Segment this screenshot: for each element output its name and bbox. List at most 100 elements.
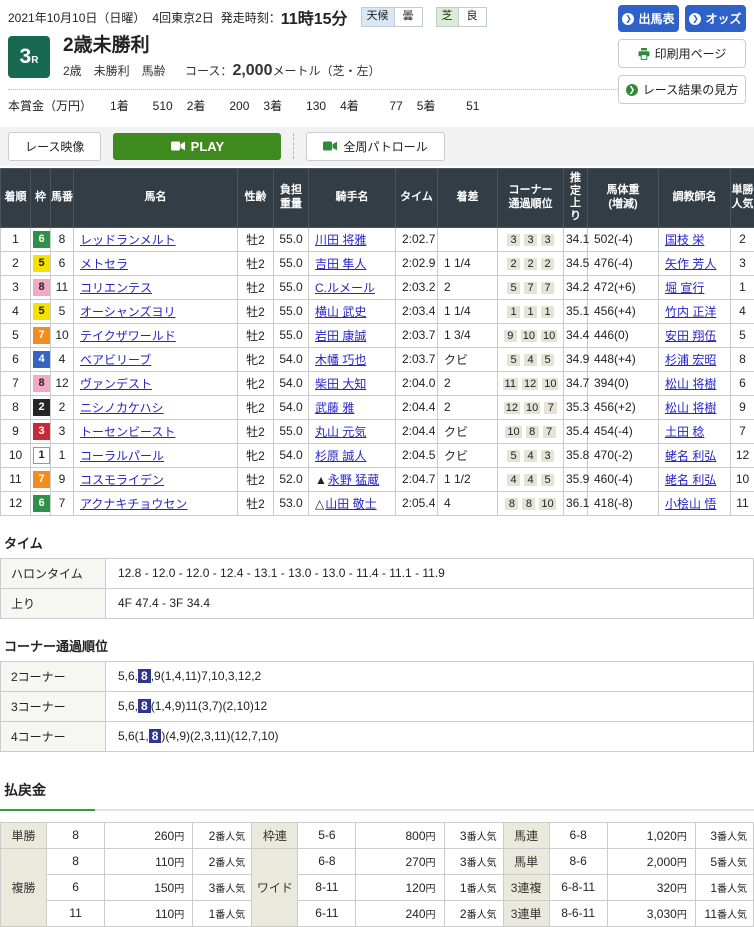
win-popularity: 1 <box>731 275 754 299</box>
play-button-label: PLAY <box>191 139 224 154</box>
entries-button[interactable]: ❯ 出馬表 <box>618 5 679 32</box>
time-row: 上り4F 47.4 - 3F 34.4 <box>1 588 754 618</box>
odds-button[interactable]: ❯ オッズ <box>685 5 746 32</box>
finish-position: 3 <box>1 275 31 299</box>
jockey-name-link[interactable]: 吉田 隼人 <box>315 257 366 271</box>
results-header-row: 着順 枠 馬番 馬名 性齢 負担 重量 騎手名 タイム 着差 コーナー 通過順位… <box>1 168 754 227</box>
guide-button[interactable]: ❯ レース結果の見方 <box>618 75 746 104</box>
margin: クビ <box>438 443 498 467</box>
prize-amount: 200 <box>205 99 249 113</box>
trainer-name-link[interactable]: 国枝 栄 <box>665 233 704 247</box>
corner-row: 2コーナー5,6,8,9(1,4,11)7,10,3,12,2 <box>1 661 754 691</box>
start-time: 11時15分 <box>281 5 348 29</box>
race-video-button[interactable]: レース映像 <box>8 132 101 161</box>
prize-amount: 130 <box>282 99 326 113</box>
trainer-name-link[interactable]: 松山 将樹 <box>665 401 716 415</box>
horse-number: 7 <box>51 491 74 515</box>
payout-amount: 2,000円 <box>607 848 695 874</box>
payout-amount-value: 120 <box>405 881 425 895</box>
trainer-cell: 堀 宣行 <box>659 275 731 299</box>
payout-combination: 11 <box>47 900 105 926</box>
jockey-name-link[interactable]: 岩田 康誠 <box>315 329 366 343</box>
jockey-name-link[interactable]: 永野 猛蔵 <box>328 473 379 487</box>
jockey-name-link[interactable]: 武藤 雅 <box>315 401 354 415</box>
trainer-name-link[interactable]: 小桧山 悟 <box>665 497 716 511</box>
win-popularity: 8 <box>731 347 754 371</box>
horse-name-link[interactable]: オーシャンズヨリ <box>80 305 176 319</box>
margin: 1 1/4 <box>438 299 498 323</box>
odds-button-label: オッズ <box>705 10 741 27</box>
last-3f: 34.9 <box>564 347 588 371</box>
jockey-name-link[interactable]: 柴田 大知 <box>315 377 366 391</box>
trainer-cell: 竹内 正洋 <box>659 299 731 323</box>
payout-popularity-value: 2 <box>209 829 216 843</box>
time-tbody: ハロンタイム12.8 - 12.0 - 12.0 - 12.4 - 13.1 -… <box>1 558 754 618</box>
margin: クビ <box>438 419 498 443</box>
jockey-name-link[interactable]: 川田 将雅 <box>315 233 366 247</box>
trainer-name-link[interactable]: 矢作 芳人 <box>665 257 716 271</box>
horse-name-link[interactable]: トーセンビースト <box>80 425 175 439</box>
horse-number: 6 <box>51 251 74 275</box>
play-button[interactable]: PLAY <box>113 133 281 160</box>
horse-name-cell: レッドランメルト <box>74 227 238 251</box>
horse-weight: 446(0) <box>588 323 659 347</box>
horse-name-link[interactable]: ニシノカケハシ <box>80 401 164 415</box>
table-row: 933トーセンビースト牡255.0丸山 元気2:04.4クビ108735.445… <box>1 419 754 443</box>
horse-name-link[interactable]: テイクザワールド <box>80 329 176 343</box>
corner-position: 10 <box>521 330 537 342</box>
jockey-name-link[interactable]: C.ルメール <box>315 281 375 295</box>
jockey-name-link[interactable]: 山田 敬士 <box>325 497 376 511</box>
win-popularity: 11 <box>731 491 754 515</box>
col-sex-age: 性齢 <box>238 168 274 227</box>
horse-name-link[interactable]: ベアビリーブ <box>80 353 151 367</box>
sex-age: 牡2 <box>238 275 274 299</box>
horse-name-link[interactable]: メトセラ <box>80 257 128 271</box>
jockey-name-link[interactable]: 杉原 誠人 <box>315 449 366 463</box>
col-win-popularity: 単勝 人気 <box>731 168 754 227</box>
trainer-name-link[interactable]: 竹内 正洋 <box>665 305 716 319</box>
frame-number-cell: 7 <box>31 323 51 347</box>
horse-name-link[interactable]: コスモライデン <box>80 473 164 487</box>
horse-name-link[interactable]: アクナキチョウセン <box>80 497 187 511</box>
jockey-cell: 杉原 誠人 <box>309 443 396 467</box>
prize-amount: 77 <box>359 99 403 113</box>
print-button[interactable]: 印刷用ページ <box>618 39 746 68</box>
finish-position: 5 <box>1 323 31 347</box>
race-number-badge: 3 R <box>8 36 50 78</box>
carried-weight: 55.0 <box>274 323 309 347</box>
finish-position: 6 <box>1 347 31 371</box>
jockey-name-link[interactable]: 丸山 元気 <box>315 425 366 439</box>
margin: 2 <box>438 371 498 395</box>
horse-name-link[interactable]: レッドランメルト <box>80 233 176 247</box>
payout-amount: 270円 <box>356 848 444 874</box>
corner-position: 8 <box>526 426 539 438</box>
trainer-name-link[interactable]: 安田 翔伍 <box>665 329 716 343</box>
horse-name-link[interactable]: ヴァンデスト <box>80 377 152 391</box>
trainer-name-link[interactable]: 松山 将樹 <box>665 377 716 391</box>
jockey-name-link[interactable]: 木幡 巧也 <box>315 353 366 367</box>
horse-name-link[interactable]: コリエンテス <box>80 281 152 295</box>
trainer-name-link[interactable]: 杉浦 宏昭 <box>665 353 716 367</box>
payout-table: 単勝8260円2番人気枠連5-6800円3番人気馬連6-81,020円3番人気複… <box>0 822 754 927</box>
results-table: 着順 枠 馬番 馬名 性齢 負担 重量 騎手名 タイム 着差 コーナー 通過順位… <box>0 168 754 516</box>
trainer-name-link[interactable]: 蛯名 利弘 <box>665 473 716 487</box>
race-conditions: 2歳 未勝利 馬齢 コース：2,000メートル（芝・左） <box>63 62 381 80</box>
horse-name-link[interactable]: コーラルパール <box>80 449 164 463</box>
corner-position: 3 <box>541 234 554 246</box>
patrol-video-button[interactable]: 全周パトロール <box>306 132 444 161</box>
trainer-name-link[interactable]: 土田 稔 <box>665 425 704 439</box>
trainer-name-link[interactable]: 蛯名 利弘 <box>665 449 716 463</box>
col-margin: 着差 <box>438 168 498 227</box>
col-time: タイム <box>396 168 438 227</box>
trainer-name-link[interactable]: 堀 宣行 <box>665 281 704 295</box>
course-label: コース： <box>185 64 232 78</box>
payout-popularity: 5番人気 <box>695 848 753 874</box>
payout-popularity-value: 3 <box>710 829 717 843</box>
popularity-suffix: 番人気 <box>215 832 245 843</box>
sex-age: 牡2 <box>238 227 274 251</box>
page-title: 2歳未勝利 <box>63 36 381 57</box>
corner-position: 3 <box>507 234 520 246</box>
last-3f: 35.4 <box>564 419 588 443</box>
horse-number: 11 <box>51 275 74 299</box>
jockey-name-link[interactable]: 横山 武史 <box>315 305 366 319</box>
